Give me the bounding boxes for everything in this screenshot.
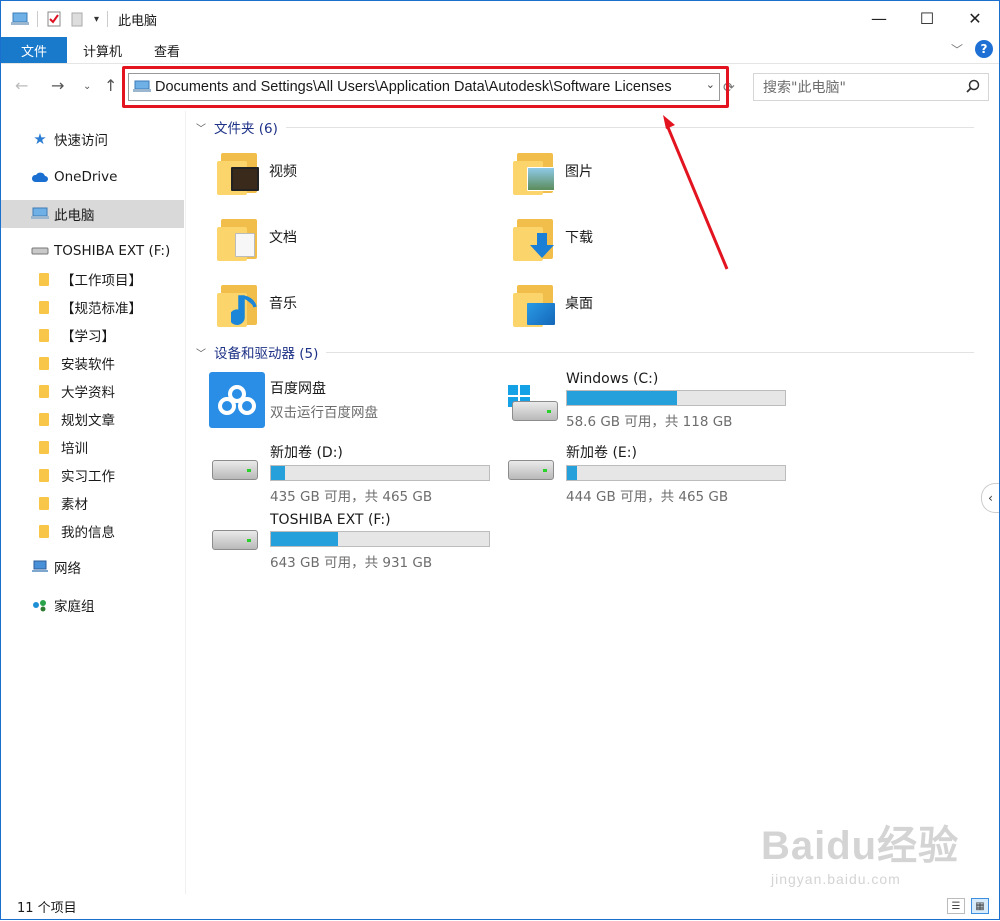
tiles-view-icon[interactable]: ▦ (971, 898, 989, 914)
explorer-window: ▾ 此电脑 — ☐ ✕ 文件 计算机 查看 ﹀ ? ← → ⌄ ↑ Docume… (0, 0, 1000, 920)
watermark-brand: Baidu经验 (761, 824, 960, 868)
status-bar: 11 个项目 ☰ ▦ (1, 894, 999, 919)
baidu-jingyan-watermark: Baidu经验 jingyan.baidu.com (761, 813, 961, 903)
details-view-icon[interactable]: ☰ (947, 898, 965, 914)
watermark-url: jingyan.baidu.com (771, 871, 901, 887)
red-arrow-annotation (663, 115, 729, 270)
item-count: 11 个项目 (17, 901, 77, 916)
view-switcher: ☰ ▦ (947, 898, 989, 914)
